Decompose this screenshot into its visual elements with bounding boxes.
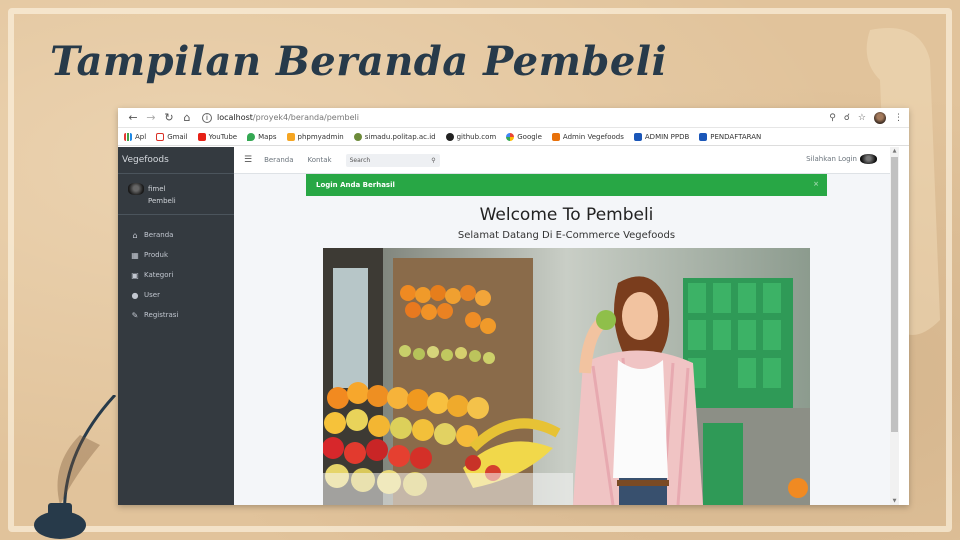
simadu-icon <box>353 132 362 141</box>
scroll-down-icon[interactable]: ▼ <box>891 498 898 504</box>
home-icon[interactable]: ⌂ <box>178 109 196 127</box>
bookmark-simadu[interactable]: simadu.politap.ac.id <box>353 132 436 141</box>
bookmark-label: Google <box>517 132 542 141</box>
user-icon: ● <box>131 290 139 300</box>
zoom-icon[interactable]: ☌ <box>844 113 850 123</box>
home-icon: ⌂ <box>132 230 138 240</box>
alert-message: Login Anda Berhasil <box>316 181 395 189</box>
nav-link-beranda[interactable]: Beranda <box>264 156 293 164</box>
sidebar-item-label: Kategori <box>144 271 174 279</box>
sidebar-item-registrasi[interactable]: ✎ Registrasi <box>118 305 234 325</box>
bookmark-youtube[interactable]: YouTube <box>197 132 238 141</box>
bookmark-label: Apl <box>135 132 147 141</box>
search-input[interactable]: Search ⚲ <box>345 153 440 167</box>
admin-vegefoods-icon <box>551 132 560 141</box>
bookmark-label: simadu.politap.ac.id <box>364 132 436 141</box>
pendaftaran-icon <box>699 132 708 141</box>
bookmark-apps[interactable]: Apl <box>124 132 147 141</box>
bookmark-label: Maps <box>258 132 277 141</box>
bookmark-label: phpmyadmin <box>297 132 344 141</box>
page-scrollbar[interactable]: ▲ ▼ <box>890 147 899 505</box>
quill-ink-icon <box>34 395 117 539</box>
browser-window: ← → ↻ ⌂ i localhost/proyek4/beranda/pemb… <box>118 108 909 505</box>
bookmark-github[interactable]: github.com <box>445 132 497 141</box>
search-placeholder: Search <box>349 156 371 164</box>
info-icon[interactable]: i <box>202 112 212 123</box>
profile-avatar[interactable] <box>874 111 886 124</box>
apps-grid-icon <box>124 132 132 141</box>
sidebar-item-kategori[interactable]: ▣ Kategori <box>118 265 234 285</box>
brand-link[interactable]: Vegefoods <box>118 147 234 174</box>
slide-title: Tampilan Beranda Pembeli <box>50 38 668 85</box>
url-host: localhost <box>217 113 253 122</box>
login-text: Silahkan Login <box>806 155 857 163</box>
reload-icon[interactable]: ↻ <box>160 109 178 127</box>
bookmark-label: PENDAFTARAN <box>710 132 762 141</box>
login-link[interactable]: Silahkan Login <box>806 154 877 164</box>
sidebar-item-user[interactable]: ● User <box>118 285 234 305</box>
github-icon <box>445 132 454 141</box>
scroll-up-icon[interactable]: ▲ <box>891 148 898 154</box>
sidebar-item-label: Produk <box>144 251 169 259</box>
user-avatar[interactable] <box>128 183 144 195</box>
nav-link-kontak[interactable]: Kontak <box>308 156 332 164</box>
page-subtitle: Selamat Datang Di E-Commerce Vegefoods <box>457 230 676 241</box>
youtube-icon <box>197 132 206 141</box>
user-name[interactable]: fimel <box>148 183 176 195</box>
calendar-icon: ▦ <box>131 250 139 260</box>
address-bar: ← → ↻ ⌂ i localhost/proyek4/beranda/pemb… <box>118 108 909 128</box>
bookmark-phpmyadmin[interactable]: phpmyadmin <box>286 132 344 141</box>
phpmyadmin-icon <box>286 132 295 141</box>
close-icon[interactable]: × <box>813 180 819 188</box>
main-content: ☰ Beranda Kontak Search ⚲ Silahkan Login… <box>234 147 899 505</box>
sidebar-item-label: Registrasi <box>144 311 179 319</box>
bookmark-gmail[interactable]: Gmail <box>156 132 188 141</box>
bookmark-label: github.com <box>456 132 497 141</box>
maps-pin-icon <box>247 132 256 141</box>
bookmark-label: ADMIN PPDB <box>644 132 690 141</box>
forward-icon[interactable]: → <box>142 109 160 127</box>
image-icon: ▣ <box>131 270 139 280</box>
bookmark-label: YouTube <box>208 132 238 141</box>
ppdb-icon <box>633 132 642 141</box>
sidebar-item-label: Beranda <box>144 231 174 239</box>
bookmark-label: Admin Vegefoods <box>562 132 624 141</box>
sidebar-item-produk[interactable]: ▦ Produk <box>118 245 234 265</box>
gmail-icon <box>156 132 165 141</box>
url-path: /proyek4/beranda/pembeli <box>252 113 359 122</box>
top-navbar: ☰ Beranda Kontak Search ⚲ <box>234 147 899 174</box>
url-field[interactable]: i localhost/proyek4/beranda/pembeli <box>202 110 829 125</box>
user-role: Pembeli <box>148 197 176 205</box>
web-page: Vegefoods fimel Pembeli ⌂ Beranda ▦ Produk… <box>118 147 909 505</box>
sidebar-menu: ⌂ Beranda ▦ Produk ▣ Kategori ● User ✎ Regist… <box>118 215 234 325</box>
more-icon[interactable]: ⋮ <box>894 113 903 123</box>
bookmark-pendaftaran[interactable]: PENDAFTARAN <box>699 132 762 141</box>
menu-toggle-icon[interactable]: ☰ <box>244 155 252 165</box>
key-icon[interactable]: ⚲ <box>829 113 836 123</box>
bookmark-google[interactable]: Google <box>506 132 542 141</box>
user-panel: fimel Pembeli <box>118 174 234 215</box>
page-title: Welcome To Pembeli <box>479 205 654 225</box>
hero-image <box>323 248 810 505</box>
scroll-thumb[interactable] <box>891 157 898 432</box>
star-icon[interactable]: ☆ <box>858 113 866 123</box>
success-alert: Login Anda Berhasil × <box>306 174 827 196</box>
login-avatar[interactable] <box>860 154 877 164</box>
search-icon[interactable]: ⚲ <box>431 157 435 164</box>
bookmark-admin-ppdb[interactable]: ADMIN PPDB <box>633 132 690 141</box>
bookmark-admin-vegefoods[interactable]: Admin Vegefoods <box>551 132 624 141</box>
back-icon[interactable]: ← <box>124 109 142 127</box>
sidebar-item-label: User <box>144 291 160 299</box>
bookmark-maps[interactable]: Maps <box>247 132 277 141</box>
bookmark-label: Gmail <box>167 132 188 141</box>
edit-icon: ✎ <box>131 310 139 320</box>
sidebar: Vegefoods fimel Pembeli ⌂ Beranda ▦ Produk… <box>118 147 234 505</box>
sidebar-item-beranda[interactable]: ⌂ Beranda <box>118 225 234 245</box>
google-icon <box>506 132 515 141</box>
bookmarks-bar: Apl Gmail YouTube Maps phpmyadmin simadu… <box>118 128 909 146</box>
